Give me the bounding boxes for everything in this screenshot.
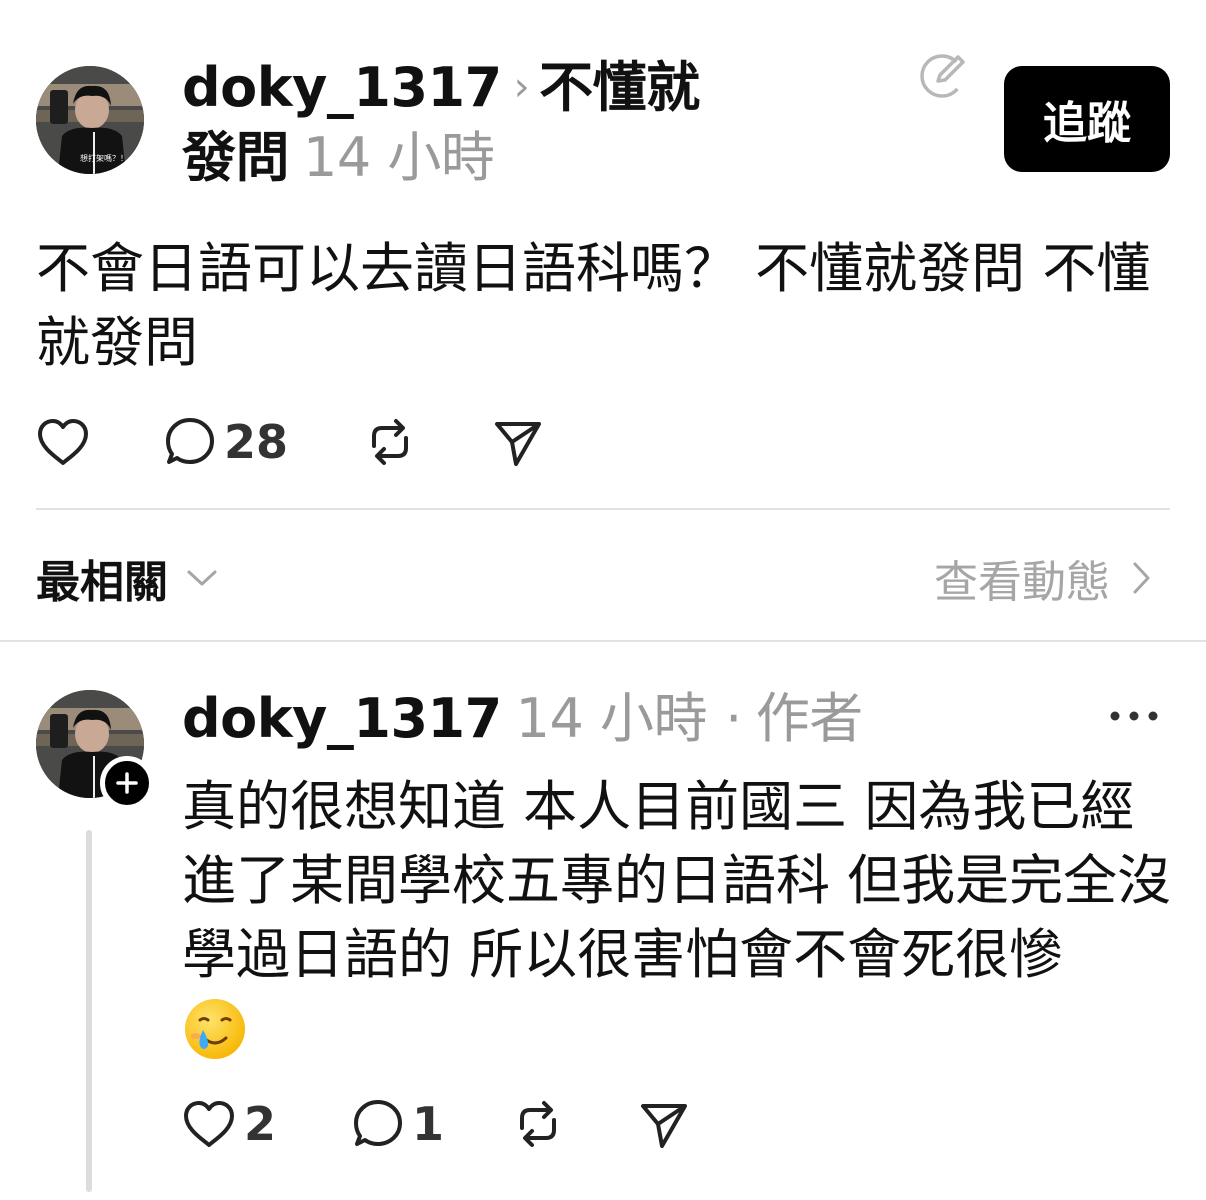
plus-icon [116,772,138,794]
divider [0,640,1206,642]
chevron-down-icon [187,570,217,586]
follow-plus-button[interactable] [100,756,154,810]
sort-row: 最相關 查看動態 [0,540,1206,616]
post-timestamp: 14 小時 [303,126,495,189]
view-activity-label: 查看動態 [934,557,1110,608]
more-icon[interactable] [1108,704,1160,728]
breadcrumb-chevron-icon: › [513,64,530,110]
chevron-right-icon [1133,562,1150,594]
avatar-caption: 想打架嗎？！ [80,153,128,163]
send-icon [641,1104,687,1148]
sort-dropdown[interactable]: 最相關 [36,546,218,610]
heart-icon [38,419,88,465]
reply-comment-button[interactable]: 1 [352,1097,512,1151]
author-badge: 作者 [755,687,864,750]
repost-button[interactable] [364,416,492,468]
repost-icon [372,419,408,465]
post-body: 不會日語可以去讀日語科嗎？ 不懂就發問 不懂就發問 [36,237,1151,374]
heart-icon [184,1101,234,1147]
reply-share-button[interactable] [638,1098,718,1150]
follow-button[interactable]: 追蹤 [1004,66,1170,172]
view-activity-link[interactable]: 查看動態 [934,546,1152,610]
threads-post-page: 想打架嗎？！ doky_1317 › 不懂就發問 14 小時 追蹤 不會日語可以去讀日… [0,0,1206,1200]
post-author-line: doky_1317 › 不懂就發問 14 小時 [182,52,742,193]
reply-like-count: 2 [244,1097,277,1151]
comment-icon [166,418,214,464]
edit-icon[interactable] [918,48,970,100]
share-button[interactable] [492,416,572,468]
reply-header: doky_1317 14 小時 · 作者 [182,684,863,754]
reply-action-row: 2 1 [182,1086,718,1162]
smiling-face-with-tear-icon [182,992,1182,1066]
post-action-row: 28 [36,404,572,480]
repost-icon [520,1101,556,1147]
thread-line [86,830,92,1192]
comment-button[interactable]: 28 [164,415,364,469]
reply-timestamp: 14 小時 [515,687,708,750]
reply-like-button[interactable]: 2 [182,1097,352,1151]
divider [36,508,1170,510]
reply-username[interactable]: doky_1317 [182,687,502,750]
reply-repost-button[interactable] [512,1098,638,1150]
comment-count: 28 [224,415,289,469]
meta-separator: · [725,687,742,750]
reply-body: 真的很想知道 本人目前國三 因為我已經進了某間學校五專的日語科 但我是完全沒學過… [182,770,1182,1066]
sort-label: 最相關 [36,557,168,608]
post-username[interactable]: doky_1317 [182,56,502,119]
reply-text: 真的很想知道 本人目前國三 因為我已經進了某間學校五專的日語科 但我是完全沒學過… [182,775,1172,986]
like-button[interactable] [36,417,164,467]
avatar[interactable]: 想打架嗎？！ [36,66,144,174]
send-icon [495,422,541,466]
comment-icon [354,1100,402,1146]
reply-comment-count: 1 [412,1097,445,1151]
post-header: 想打架嗎？！ doky_1317 › 不懂就發問 14 小時 追蹤 [0,0,1206,200]
